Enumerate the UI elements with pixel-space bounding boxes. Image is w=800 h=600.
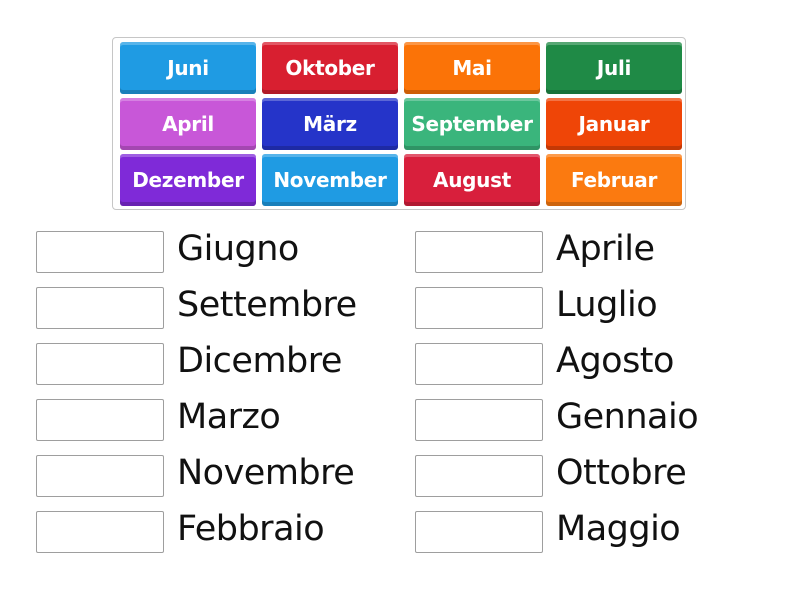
drop-box[interactable] <box>415 455 543 497</box>
answer-tile[interactable]: Juli <box>546 42 682 94</box>
drop-box[interactable] <box>415 231 543 273</box>
answer-tile[interactable]: Mai <box>404 42 540 94</box>
answer-tile[interactable]: Juni <box>120 42 256 94</box>
drop-box[interactable] <box>36 399 164 441</box>
answer-tile[interactable]: März <box>262 98 398 150</box>
target-label: Giugno <box>177 229 299 269</box>
answer-tile[interactable]: November <box>262 154 398 206</box>
answer-tile[interactable]: Dezember <box>120 154 256 206</box>
drop-box[interactable] <box>415 511 543 553</box>
target-label: Gennaio <box>556 397 699 437</box>
target-label: Dicembre <box>177 341 342 381</box>
answer-tile[interactable]: Januar <box>546 98 682 150</box>
drop-box[interactable] <box>415 399 543 441</box>
drop-box[interactable] <box>415 287 543 329</box>
answer-tile[interactable]: Februar <box>546 154 682 206</box>
answer-tile[interactable]: August <box>404 154 540 206</box>
drop-box[interactable] <box>36 511 164 553</box>
target-label: Novembre <box>177 453 355 493</box>
target-label: Maggio <box>556 509 681 549</box>
drop-box[interactable] <box>36 287 164 329</box>
answer-tile[interactable]: April <box>120 98 256 150</box>
target-label: Aprile <box>556 229 655 269</box>
target-label: Marzo <box>177 397 281 437</box>
drop-box[interactable] <box>415 343 543 385</box>
drop-box[interactable] <box>36 231 164 273</box>
target-label: Settembre <box>177 285 357 325</box>
target-label: Agosto <box>556 341 674 381</box>
target-label: Ottobre <box>556 453 687 493</box>
target-label: Luglio <box>556 285 658 325</box>
drop-box[interactable] <box>36 343 164 385</box>
answer-tile[interactable]: Oktober <box>262 42 398 94</box>
drop-box[interactable] <box>36 455 164 497</box>
answer-tile[interactable]: September <box>404 98 540 150</box>
target-label: Febbraio <box>177 509 325 549</box>
